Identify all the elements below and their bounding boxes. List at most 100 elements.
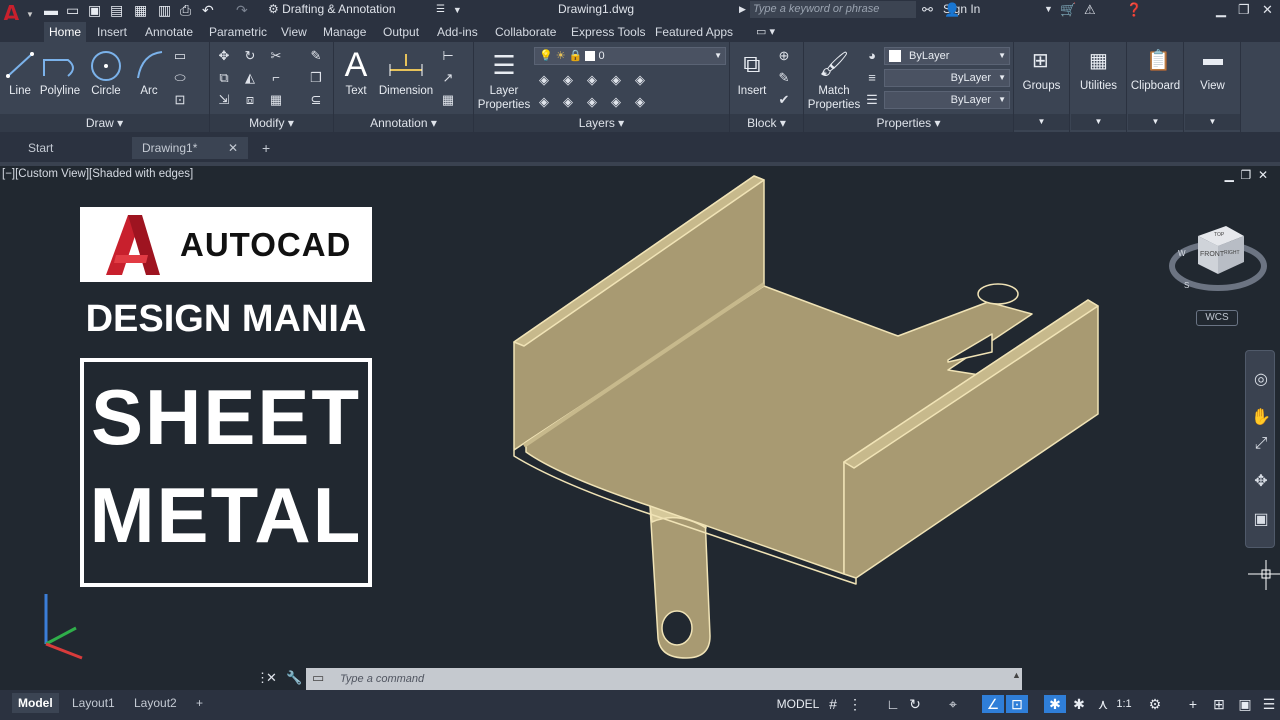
tab-layout2[interactable]: Layout2	[128, 693, 183, 713]
cart-icon[interactable]: 🛒	[1060, 0, 1076, 19]
tab-start[interactable]: Start	[18, 137, 132, 159]
ortho-icon[interactable]: ∟	[884, 695, 902, 713]
minimize-icon[interactable]: ▁	[1216, 0, 1226, 19]
stretch-icon[interactable]: ⇲	[216, 92, 232, 108]
fillet-icon[interactable]: ⌐	[268, 70, 284, 86]
polar-icon[interactable]: ↻	[906, 695, 924, 713]
new-icon[interactable]: ▬	[44, 1, 58, 19]
layer-tool-9-icon[interactable]: ◈	[608, 94, 624, 110]
linear-dim-icon[interactable]: ⊢	[440, 48, 456, 64]
pan-icon[interactable]: ✋	[1250, 407, 1272, 427]
lineweight-dropdown[interactable]: ByLayer ▼	[884, 91, 1010, 109]
tab-layout1[interactable]: Layout1	[66, 693, 121, 713]
layers-panel-title[interactable]: Layers ▾	[474, 114, 729, 132]
tab-output[interactable]: Output	[378, 22, 424, 42]
tab-featured-apps[interactable]: Featured Apps	[650, 22, 738, 42]
add-layout-icon[interactable]: +	[190, 693, 209, 713]
open-web-icon[interactable]: ▦	[134, 1, 147, 19]
layer-tool-1-icon[interactable]: ◈	[536, 72, 552, 88]
zoom-extents-icon[interactable]: ⤢	[1250, 435, 1272, 455]
layer-tool-5-icon[interactable]: ◈	[632, 72, 648, 88]
insert-button[interactable]: ⧉ Insert	[732, 46, 772, 98]
steering-wheel-icon[interactable]: ◎	[1250, 369, 1272, 389]
chevron-down-icon[interactable]: ▼	[1044, 0, 1053, 19]
mirror-icon[interactable]: ◭	[242, 70, 258, 86]
copy-icon[interactable]: ⧉	[216, 70, 232, 86]
model-space-button[interactable]: MODEL	[776, 695, 820, 713]
save-as-icon[interactable]: ▤	[110, 1, 123, 19]
workspace-gear-icon[interactable]: ⚙	[1146, 695, 1164, 713]
layer-tool-6-icon[interactable]: ◈	[536, 94, 552, 110]
hatch-icon[interactable]: ⬭	[172, 70, 188, 86]
tab-addins[interactable]: Add-ins	[432, 22, 483, 42]
tab-parametric[interactable]: Parametric	[204, 22, 272, 42]
tab-view[interactable]: View	[276, 22, 312, 42]
tab-annotate[interactable]: Annotate	[140, 22, 198, 42]
undo-icon[interactable]: ↶	[202, 1, 214, 19]
text-button[interactable]: A Text	[338, 46, 374, 98]
layer-dropdown[interactable]: 💡 ☀ 🔒 0 ▼	[534, 47, 726, 65]
trim-icon[interactable]: ✂	[268, 48, 284, 64]
match-properties-button[interactable]: 🖌 Match Properties	[806, 46, 862, 112]
orbit-icon[interactable]: ✥	[1250, 471, 1272, 491]
sheet-metal-part[interactable]	[500, 166, 1120, 666]
lineweight-toggle-icon[interactable]: ⊡	[1006, 695, 1028, 713]
properties-panel-title[interactable]: Properties ▾	[804, 114, 1013, 132]
line-button[interactable]: Line	[4, 46, 36, 98]
print-icon[interactable]: ⎙	[180, 1, 191, 19]
block-panel-title[interactable]: Block ▾	[730, 114, 803, 132]
linetype-dropdown[interactable]: ByLayer ▼	[884, 69, 1010, 87]
layer-tool-3-icon[interactable]: ◈	[584, 72, 600, 88]
drawing-viewport[interactable]: [−][Custom View][Shaded with edges] ▁ ❐ …	[0, 166, 1280, 688]
rotate-icon[interactable]: ↻	[242, 48, 258, 64]
search-input[interactable]: Type a keyword or phrase	[750, 1, 916, 18]
layer-tool-8-icon[interactable]: ◈	[584, 94, 600, 110]
units-icon[interactable]: ⊞	[1210, 695, 1228, 713]
layer-tool-2-icon[interactable]: ◈	[560, 72, 576, 88]
osnap-icon[interactable]: ⌖	[944, 695, 962, 713]
array-icon[interactable]: ▦	[268, 92, 284, 108]
scale-icon[interactable]: ⧈	[242, 92, 258, 108]
edit-block-icon[interactable]: ✎	[776, 70, 792, 86]
layer-tool-10-icon[interactable]: ◈	[632, 94, 648, 110]
save-icon[interactable]: ▣	[88, 1, 101, 19]
polyline-button[interactable]: Polyline	[38, 46, 82, 98]
circle-button[interactable]: Circle	[86, 46, 126, 98]
command-history-icon[interactable]: ▭	[312, 670, 324, 686]
isolate-icon[interactable]: ▣	[1236, 695, 1254, 713]
auto-scale-icon[interactable]: ✱	[1070, 695, 1088, 713]
open-icon[interactable]: ▭	[66, 1, 79, 19]
quick-access-menu-icon[interactable]: ☰	[436, 1, 445, 19]
wcs-menu[interactable]: WCS	[1196, 310, 1238, 326]
annotation-visibility-icon[interactable]: ✱	[1044, 695, 1066, 713]
clipboard-button[interactable]: 📋 Clipboard ▼	[1128, 42, 1184, 132]
arc-button[interactable]: Arc	[132, 46, 166, 98]
help-icon[interactable]: ❓	[1126, 0, 1142, 19]
modify-panel-title[interactable]: Modify ▾	[210, 114, 333, 132]
close-icon[interactable]: ✕	[1262, 0, 1273, 19]
command-input[interactable]: Type a command	[306, 668, 1022, 690]
tab-drawing1[interactable]: Drawing1* ✕	[132, 137, 248, 159]
close-command-icon[interactable]: ✕	[266, 670, 277, 686]
tab-express-tools[interactable]: Express Tools	[566, 22, 650, 42]
close-icon[interactable]: ✕	[1258, 168, 1268, 182]
ribbon-options-icon[interactable]: ▭ ▾	[756, 22, 775, 42]
groups-button[interactable]: ⊞ Groups ▼	[1014, 42, 1070, 132]
customize-wrench-icon[interactable]: 🔧	[286, 670, 302, 686]
chevron-right-icon[interactable]: ▶	[739, 0, 746, 19]
restore-icon[interactable]: ❐	[1238, 0, 1250, 19]
chevron-up-icon[interactable]: ▲	[1012, 670, 1021, 680]
snap-icon[interactable]: ⋮	[846, 695, 864, 713]
grid-icon[interactable]: #	[824, 695, 842, 713]
dimension-button[interactable]: Dimension	[376, 46, 436, 98]
table-icon[interactable]: ▦	[440, 92, 456, 108]
annotation-scale-value[interactable]: 1:1	[1114, 695, 1134, 713]
tab-manage[interactable]: Manage	[318, 22, 371, 42]
tab-model[interactable]: Model	[12, 693, 59, 713]
annotation-monitor-icon[interactable]: +	[1184, 695, 1202, 713]
tab-insert[interactable]: Insert	[92, 22, 132, 42]
connect-icon[interactable]: ⚠	[1084, 0, 1096, 19]
new-tab-icon[interactable]: +	[252, 137, 270, 159]
annotation-panel-title[interactable]: Annotation ▾	[334, 114, 473, 132]
layer-tool-4-icon[interactable]: ◈	[608, 72, 624, 88]
